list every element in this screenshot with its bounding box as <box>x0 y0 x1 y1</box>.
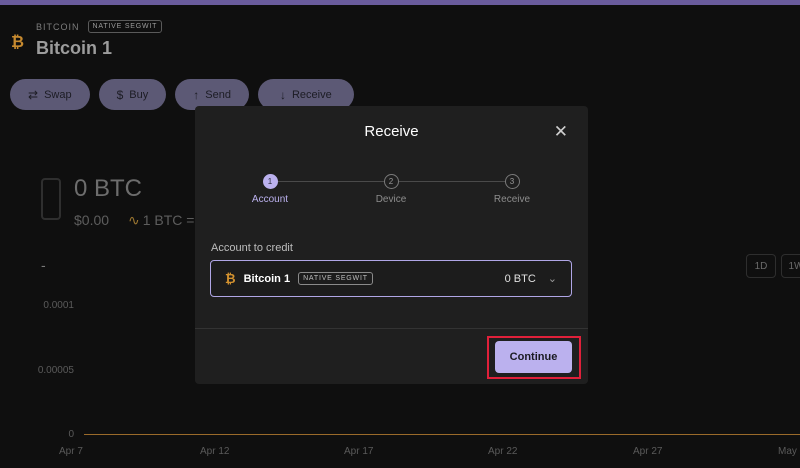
account-field-label: Account to credit <box>211 242 293 254</box>
send-label: Send <box>205 88 231 101</box>
selected-account-balance: 0 BTC <box>504 272 536 285</box>
modal-footer-divider <box>195 328 588 329</box>
exchange-rate: ∿ 1 BTC = <box>128 212 194 229</box>
account-select[interactable]: ₿ Bitcoin 1 NATIVE SEGWIT 0 BTC ⌄ <box>210 260 572 297</box>
chart-baseline <box>84 434 800 435</box>
download-icon: ↓ <box>279 87 286 102</box>
step-label: Account <box>251 194 289 205</box>
range-1w-button[interactable]: 1W <box>781 254 800 278</box>
step-number: 1 <box>262 174 278 189</box>
account-header-meta: BITCOIN NATIVE SEGWIT <box>36 20 163 33</box>
y-tick-label: 0.0001 <box>43 300 74 311</box>
y-tick-label: 0.00005 <box>37 365 74 376</box>
receive-label: Receive <box>291 88 332 101</box>
buy-label: Buy <box>129 88 149 101</box>
step-number: 3 <box>504 174 520 189</box>
step-receive: 3 Receive <box>467 174 557 205</box>
account-ticker: BITCOIN <box>36 21 80 32</box>
swap-icon: ⇄ <box>28 87 39 102</box>
account-title: Bitcoin 1 <box>36 38 113 58</box>
fiat-balance: $0.00 <box>74 212 110 228</box>
modal-title: Receive <box>364 123 419 140</box>
step-account: 1 Account <box>225 174 315 205</box>
dollar-icon: $ <box>116 87 124 102</box>
step-number: 2 <box>383 174 399 189</box>
chevron-down-icon: ⌄ <box>547 273 557 285</box>
top-accent-bar <box>0 0 800 5</box>
bitcoin-icon: ₿ <box>11 34 25 51</box>
rate-text: 1 BTC = <box>142 212 195 228</box>
account-type-badge: NATIVE SEGWIT <box>298 272 373 285</box>
device-icon <box>41 178 61 220</box>
x-tick-label: Apr 7 <box>59 446 83 457</box>
swap-label: Swap <box>44 88 72 101</box>
step-label: Device <box>375 194 407 205</box>
upload-icon: ↑ <box>193 87 200 102</box>
close-icon[interactable]: ✕ <box>554 122 568 142</box>
x-tick-label: Apr 17 <box>344 446 374 457</box>
swap-button[interactable]: ⇄ Swap <box>10 79 90 110</box>
x-tick-label: Apr 22 <box>488 446 518 457</box>
account-type-badge: NATIVE SEGWIT <box>87 20 163 33</box>
selected-account-name: Bitcoin 1 <box>243 272 291 285</box>
crypto-balance: 0 BTC <box>74 175 143 202</box>
buy-button[interactable]: $ Buy <box>98 79 167 110</box>
bitcoin-icon: ₿ <box>225 271 236 286</box>
y-tick-label: 0 <box>68 429 74 440</box>
pulse-icon: ∿ <box>128 212 140 228</box>
chart-dash: - <box>41 257 46 273</box>
x-tick-label: Apr 12 <box>200 446 230 457</box>
x-tick-label: May <box>778 446 797 457</box>
step-label: Receive <box>493 194 531 205</box>
receive-modal: Receive ✕ 1 Account 2 Device 3 Receive A… <box>195 106 588 384</box>
continue-button[interactable]: Continue <box>495 341 572 373</box>
range-1d-button[interactable]: 1D <box>746 254 776 278</box>
x-tick-label: Apr 27 <box>633 446 663 457</box>
step-device: 2 Device <box>346 174 436 205</box>
